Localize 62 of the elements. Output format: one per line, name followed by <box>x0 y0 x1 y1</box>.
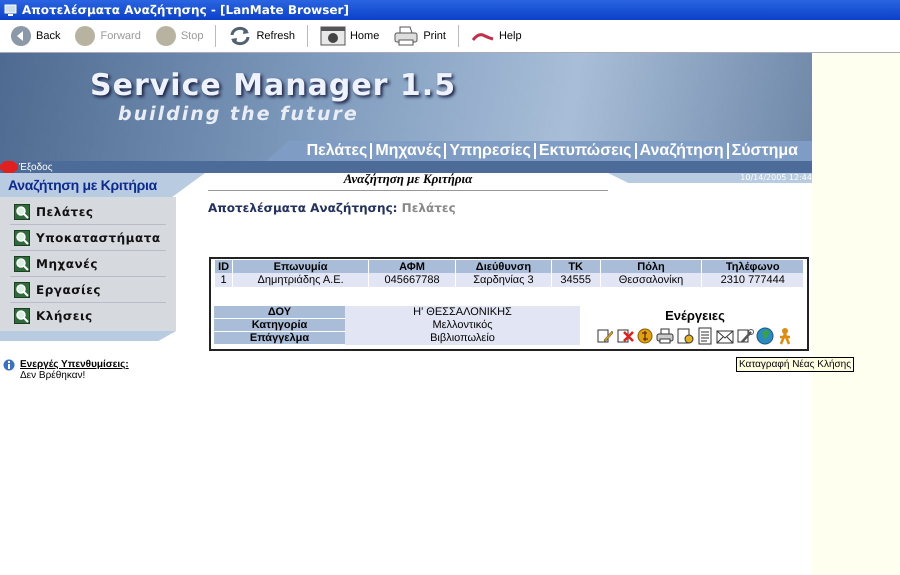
back-icon <box>10 25 32 47</box>
reminders-text: Δεν Βρέθηκαν! <box>20 370 86 381</box>
column-header: ΤΚ <box>552 260 600 273</box>
tooltip: Καταγραφή Νέας Κλήσης <box>736 357 854 372</box>
printer-icon[interactable] <box>656 327 674 345</box>
search-icon <box>14 308 30 324</box>
toolbar-button[interactable]: Refresh <box>222 23 301 49</box>
exit-link[interactable]: Έξοδος <box>19 162 53 172</box>
actions-title: Ενέργειες <box>665 308 725 323</box>
search-icon <box>14 230 30 246</box>
delete-icon[interactable] <box>616 327 634 345</box>
stop-icon <box>154 25 177 47</box>
detail-value: Η' ΘΕΣΣΑΛΟΝΙΚΗΣ <box>345 306 580 318</box>
table-cell: 045667788 <box>368 273 456 287</box>
search-icon <box>14 282 30 298</box>
tools-icon[interactable] <box>736 327 754 345</box>
app-icon <box>4 4 17 16</box>
toolbar-button[interactable]: Home <box>314 24 386 48</box>
sidebar-item[interactable]: Πελάτες <box>10 199 166 225</box>
detail-label: ΔΟΥ <box>214 306 345 318</box>
coin-icon[interactable] <box>636 327 654 345</box>
table-cell: 34555 <box>552 273 600 287</box>
column-header: ΑΦΜ <box>368 260 456 273</box>
detail-label: Κατηγορία <box>214 318 345 332</box>
edit-icon[interactable] <box>596 327 614 345</box>
banner-subtitle: building the future <box>117 103 360 125</box>
table-cell: Δημητριάδης Α.Ε. <box>233 273 368 287</box>
detail-value: Βιβλιοπωλείο <box>345 332 580 344</box>
reminders-link[interactable]: Ενεργές Υπενθυμίσεις: <box>20 359 129 370</box>
search-icon <box>14 256 30 272</box>
sidebar-item[interactable]: Υποκαταστήματα <box>10 225 166 251</box>
forward-icon <box>74 25 96 47</box>
refresh-icon <box>228 25 252 47</box>
toolbar-button[interactable]: Print <box>387 23 452 49</box>
globe-icon[interactable] <box>756 327 774 345</box>
page-title: Αναζήτηση με Κριτήρια <box>208 171 608 191</box>
table-cell: 1 <box>215 273 232 287</box>
results-heading: Αποτελέσματα Αναζήτησης: Πελάτες <box>208 201 457 215</box>
column-header: Επωνυμία <box>233 260 368 273</box>
detail-label: Επάγγελμα <box>214 332 345 344</box>
date-text: 10/14/2005 12:44 <box>608 173 812 183</box>
sidebar-item[interactable]: Κλήσεις <box>10 303 166 329</box>
detail-value: Μελλοντικός <box>345 318 580 332</box>
printer-icon <box>393 25 420 47</box>
sidebar-item[interactable]: Εργασίες <box>10 277 166 303</box>
banner-title: Service Manager 1.5 <box>90 69 458 103</box>
window-title: Αποτελέσματα Αναζήτησης - [LanMate Browser] <box>22 3 349 17</box>
sidebar-title: Αναζήτηση με Κριτήρια <box>8 177 157 193</box>
toolbar-button[interactable]: Back <box>4 23 66 49</box>
table-cell: 2310 777444 <box>702 273 803 287</box>
stop-sign-icon <box>0 161 18 173</box>
table-cell: Θεσσαλονίκη <box>600 273 702 287</box>
column-header: ID <box>215 260 232 273</box>
sidebar-item[interactable]: Μηχανές <box>10 251 166 277</box>
column-header: Πόλη <box>600 260 702 273</box>
window-icon <box>320 26 346 46</box>
table-cell: Σαρδηνίας 3 <box>456 273 551 287</box>
column-header: Τηλέφωνο <box>702 260 803 273</box>
search-icon <box>14 204 30 220</box>
toolbar-button[interactable]: Help <box>464 28 528 44</box>
column-header: Διεύθυνση <box>456 260 551 273</box>
document-icon[interactable] <box>696 327 714 345</box>
